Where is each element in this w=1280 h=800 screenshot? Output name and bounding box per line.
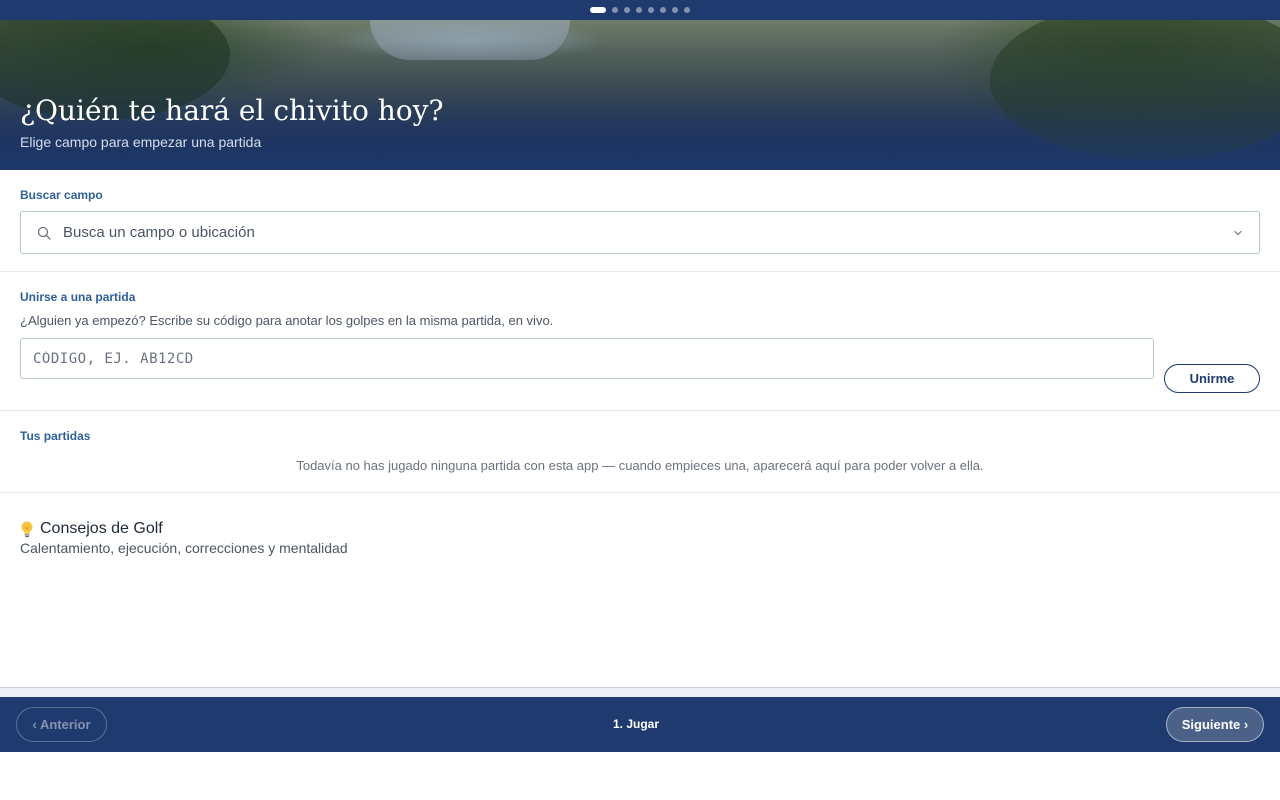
step-dot-1 — [590, 7, 606, 13]
game-code-input[interactable] — [20, 338, 1154, 379]
step-dot-2 — [612, 7, 618, 13]
step-dots — [590, 7, 690, 13]
current-step-label: 1. Jugar — [612, 717, 660, 731]
lightbulb-icon — [21, 521, 33, 537]
progress-strip — [0, 0, 1280, 20]
step-dot-8 — [684, 7, 690, 13]
tips-subtitle: Calentamiento, ejecución, correcciones y… — [20, 540, 348, 556]
games-section: Tus partidas Todavía no has jugado ningu… — [0, 411, 1280, 493]
hero-banner: ¿Quién te hará el chivito hoy? Elige cam… — [0, 20, 1280, 170]
search-section-label: Buscar campo — [20, 188, 103, 202]
step-dot-4 — [636, 7, 642, 13]
course-search-input[interactable] — [63, 212, 1213, 253]
step-dot-3 — [624, 7, 630, 13]
games-empty-state: Todavía no has jugado ninguna partida co… — [296, 458, 984, 473]
step-dot-7 — [672, 7, 678, 13]
step-dot-5 — [648, 7, 654, 13]
hero-subtitle: Elige campo para empezar una partida — [20, 134, 262, 150]
footer-divider — [0, 687, 1280, 697]
tips-title-row: Consejos de Golf — [20, 520, 420, 538]
join-section: Unirse a una partida ¿Alguien ya empezó?… — [0, 272, 1280, 411]
join-section-label: Unirse a una partida — [20, 290, 136, 304]
search-section: Buscar campo — [0, 170, 1280, 272]
join-button[interactable]: Unirme — [1164, 364, 1260, 393]
games-section-label: Tus partidas — [20, 429, 91, 443]
next-button[interactable]: Siguiente › — [1166, 707, 1264, 742]
tips-title: Consejos de Golf — [40, 520, 163, 537]
course-search-box[interactable] — [20, 211, 1260, 254]
step-dot-6 — [660, 7, 666, 13]
hero-title: ¿Quién te hará el chivito hoy? — [20, 94, 444, 127]
chevron-down-icon[interactable] — [1233, 228, 1243, 238]
search-icon — [37, 226, 51, 240]
join-description: ¿Alguien ya empezó? Escribe su código pa… — [20, 313, 554, 328]
golf-tips-link[interactable]: Consejos de Golf Calentamiento, ejecució… — [20, 520, 420, 556]
footer-nav: ‹ Anterior 1. Jugar Siguiente › — [0, 697, 1280, 752]
